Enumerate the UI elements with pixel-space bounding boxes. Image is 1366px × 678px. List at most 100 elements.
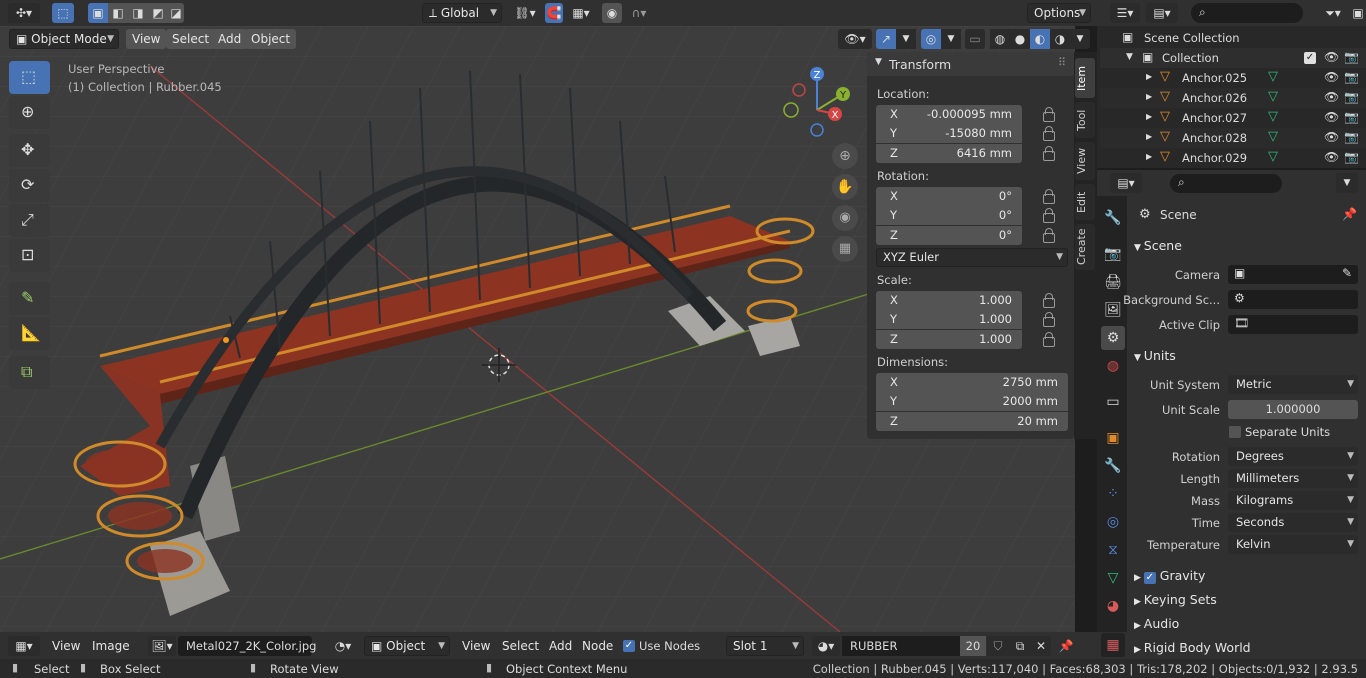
eye-icon[interactable]: 👁 [1324,110,1339,124]
camera-icon[interactable]: 📷 [1344,130,1359,144]
rotation-units-dropdown[interactable]: Degrees ▼ [1228,447,1358,466]
eye-icon[interactable]: 👁 [1324,50,1339,64]
outliner-row-anchor[interactable]: ▶ ▽ Anchor.028 ▽ 👁 📷 [1100,128,1366,148]
modifier-wrench-icon[interactable]: 🔧 [1101,454,1125,478]
material-users-count[interactable]: 20 [960,636,986,656]
proportional-edit-icon[interactable]: ◉ [602,3,622,23]
gizmo-toggle-icon[interactable]: ↗ [876,29,896,49]
keying-sets-panel-header[interactable]: ▶ Keying Sets [1134,592,1217,607]
node-menu-view[interactable]: View [456,636,496,656]
mesh-data-icon[interactable]: ▽ [1268,69,1278,84]
expand-arrow-icon[interactable]: ▶ [1146,132,1152,141]
lock-icon[interactable] [1043,189,1055,204]
outliner-row-anchor[interactable]: ▶ ▽ Anchor.029 ▽ 👁 📷 [1100,148,1366,168]
view-object-types-icon[interactable]: 👁▾ [838,29,872,49]
pin-icon[interactable]: 📌 [1056,636,1076,656]
tab-edit[interactable]: Edit [1075,184,1095,220]
options-dropdown[interactable]: Options ▼ [1027,3,1091,23]
lock-icon[interactable] [1043,312,1055,327]
object-props-icon[interactable]: ▣ [1101,426,1125,450]
lock-icon[interactable] [1043,146,1055,161]
node-menu-add[interactable]: Add [543,636,578,656]
xray-toggle-icon[interactable]: ▭ [965,29,985,49]
transform-orientation-dropdown[interactable]: ⟂ Global ▼ [422,3,502,23]
scale-x-field[interactable]: X 1.000 [876,291,1022,310]
pivot-point-icon[interactable]: ⛓▾ [510,3,540,23]
properties-editor-icon[interactable]: ▤▾ [1110,173,1142,193]
rotation-y-field[interactable]: Y 0° [876,206,1022,225]
eye-icon[interactable]: 👁 [1324,70,1339,84]
transform-panel-header[interactable]: ▼ Transform ⠿ [867,52,1074,76]
overlays-dropdown-icon[interactable]: ▼ [941,29,961,49]
drag-handle-icon[interactable]: ⠿ [1058,56,1066,69]
lock-icon[interactable] [1043,293,1055,308]
scale-y-field[interactable]: Y 1.000 [876,310,1022,329]
expand-arrow-icon[interactable]: ▼ [1126,52,1133,62]
shader-type-icon[interactable]: ◔▾ [328,636,358,656]
eyedropper-icon[interactable]: ✎ [1342,266,1352,280]
camera-view-icon[interactable]: ◉ [832,205,858,231]
rotation-z-field[interactable]: Z 0° [876,226,1022,245]
gravity-checkbox[interactable]: ✓ [1143,572,1156,584]
use-nodes-checkbox[interactable]: ✓ [623,640,635,652]
lock-icon[interactable] [1043,332,1055,347]
image-browse-icon[interactable]: 🖼▾ [148,636,176,656]
camera-field[interactable]: ▣ ✎ [1228,265,1358,284]
eye-icon[interactable]: 👁 [1324,150,1339,164]
expand-arrow-icon[interactable]: ▶ [1146,152,1152,161]
constraints-icon[interactable]: ⧖ [1101,538,1125,562]
outliner-row-collection[interactable]: ▼ ▣ Collection ✓ 👁 📷 [1100,48,1366,68]
camera-icon[interactable]: 📷 [1344,70,1359,84]
mesh-data-icon[interactable]: ▽ [1268,129,1278,144]
outliner-row-anchor[interactable]: ▶ ▽ Anchor.026 ▽ 👁 📷 [1100,88,1366,108]
expand-arrow-icon[interactable]: ▶ [1146,72,1152,81]
tool-measure[interactable]: 📐 [9,317,50,350]
tab-create[interactable]: Create [1075,224,1095,270]
select-tool-active-icon[interactable]: ⬚ [52,3,74,23]
tab-tool[interactable]: Tool [1075,102,1095,138]
rigid-body-panel-header[interactable]: ▶ Rigid Body World [1134,640,1251,655]
outliner-editor-icon[interactable]: ☰▾ [1110,3,1140,23]
lock-icon[interactable] [1043,126,1055,141]
scene-icon[interactable]: ⚙ [1101,326,1125,350]
node-menu-select[interactable]: Select [496,636,545,656]
tool-move[interactable]: ✥ [9,134,50,167]
filter-icon[interactable]: ⏷▾ [1318,3,1348,23]
tool-annotate[interactable]: ✎ [9,282,50,315]
tool-cursor[interactable]: ⊕ [9,96,50,129]
location-y-field[interactable]: Y -15080 mm [876,124,1022,143]
display-mode-icon[interactable]: ▤▾ [1146,3,1178,23]
camera-icon[interactable]: 📷 [1344,50,1359,64]
navigation-gizmo[interactable]: Z Y X [778,66,858,146]
world-icon[interactable]: ◍ [1101,354,1125,378]
tool-rotate[interactable]: ⟳ [9,169,50,202]
unlink-material-icon[interactable]: ✕ [1031,636,1051,656]
outliner-row-anchor[interactable]: ▶ ▽ Anchor.025 ▽ 👁 📷 [1100,68,1366,88]
checkbox-icon[interactable]: ✓ [1304,52,1316,64]
scale-z-field[interactable]: Z 1.000 [876,330,1022,349]
lock-icon[interactable] [1043,107,1055,122]
location-z-field[interactable]: Z 6416 mm [876,144,1022,163]
scene-panel-header[interactable]: ▼ Scene [1134,238,1182,253]
select-mode-intersect-icon[interactable]: ◪ [168,3,184,23]
new-collection-icon[interactable]: ▣ [1350,3,1366,23]
eye-icon[interactable]: 👁 [1324,130,1339,144]
camera-icon[interactable]: 📷 [1344,90,1359,104]
dimensions-y-field[interactable]: Y 2000 mm [876,392,1068,411]
outliner-row-scene-collection[interactable]: ▣ Scene Collection [1100,28,1366,48]
material-name-field[interactable]: RUBBER [842,636,960,656]
ortho-grid-icon[interactable]: ▦ [832,236,858,262]
outliner-row-anchor[interactable]: ▶ ▽ Anchor.027 ▽ 👁 📷 [1100,108,1366,128]
properties-options-icon[interactable]: ▼ [1336,173,1358,193]
dimensions-x-field[interactable]: X 2750 mm [876,373,1068,392]
unit-scale-field[interactable]: 1.000000 [1228,400,1358,419]
menu-object[interactable]: Object [245,29,297,49]
gravity-panel-header[interactable]: ▶ ✓ Gravity [1134,568,1205,584]
camera-icon[interactable]: 📷 [1344,150,1359,164]
select-mode-invert-icon[interactable]: ◩ [148,3,168,23]
mesh-data-icon[interactable]: ▽ [1268,89,1278,104]
tool-add-cube[interactable]: ⧉ [9,356,50,389]
tab-item[interactable]: Item [1075,58,1095,98]
material-shading-icon[interactable]: ◐ [1030,29,1050,49]
mass-dropdown[interactable]: Kilograms ▼ [1228,491,1358,510]
